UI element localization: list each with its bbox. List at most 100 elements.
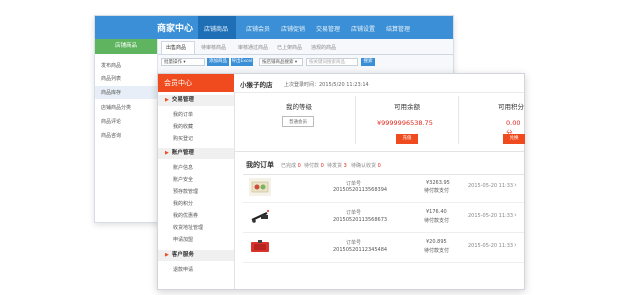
order-status-unshipped[interactable]: 待发货 3 — [327, 162, 347, 169]
nav-item-promotions[interactable]: 店铺促销 — [281, 24, 305, 33]
caret-right-icon: ▶ — [165, 252, 169, 258]
orders-divider — [243, 174, 524, 175]
order-amount: ¥20.895 — [426, 239, 447, 245]
nav-item-trades[interactable]: 交易管理 — [316, 24, 340, 33]
orders-title: 我的订单 — [246, 161, 274, 169]
sidebar-item-stock[interactable]: 商品库存 — [101, 89, 121, 96]
order-status-completed[interactable]: 已完成 0 — [281, 162, 301, 169]
order-number-label: 订单号 — [346, 181, 362, 187]
order-number[interactable]: 20150520113568394 — [333, 187, 387, 193]
search-type-select[interactable]: 按店铺商品搜索 ▾ — [259, 58, 303, 66]
row-divider — [243, 202, 524, 203]
order-number-label: 订单号 — [346, 240, 362, 246]
order-amount: ¥176.40 — [426, 209, 447, 215]
section-title: 账户管理 — [171, 150, 194, 156]
order-number[interactable]: 20150520113568673 — [333, 217, 387, 223]
nav-item-goods[interactable]: 店铺商品 — [204, 24, 228, 33]
section-title: 客户服务 — [171, 252, 194, 258]
tab-listed[interactable]: 已上架商品 — [277, 44, 302, 51]
order-status: 待付款支付 — [424, 248, 450, 254]
menu-item-my-orders[interactable]: 我的订单 — [173, 111, 193, 118]
member-level-button[interactable]: 普通会员 — [282, 116, 314, 127]
row-divider — [243, 232, 524, 233]
menu-item-join[interactable]: 申请加盟 — [173, 236, 193, 243]
status-label: 待付款 — [304, 163, 320, 169]
level-label: 我的等级 — [286, 103, 312, 111]
member-sidebar-header: 会员中心 — [158, 74, 234, 92]
section-customer-service[interactable]: ▶ 客户服务 — [158, 250, 234, 261]
nav-item-settlement[interactable]: 结算管理 — [386, 24, 410, 33]
stat-divider — [458, 96, 459, 144]
order-status: 待付款支付 — [424, 218, 450, 224]
tab-pending[interactable]: 待审核商品 — [201, 44, 226, 51]
stats-divider — [235, 151, 524, 152]
last-login-text: 上次登录时间：2015/5/20 11:23:14 — [284, 82, 369, 88]
member-center-window: 会员中心 ▶ 交易管理 我的订单 我的收藏 购买登记 ▶ 账户管理 账户信息 账户安… — [157, 73, 525, 290]
menu-item-coupons[interactable]: 我的优惠券 — [173, 212, 198, 219]
order-amount: ¥3263.95 — [426, 180, 450, 186]
sidebar-item-reviews[interactable]: 商品评论 — [101, 118, 121, 125]
order-time: 2015-05-20 11:33 — [468, 243, 514, 249]
caret-right-icon: ▶ — [165, 150, 169, 156]
status-label: 待确认收货 — [351, 163, 377, 169]
recharge-button[interactable]: 充值 — [396, 134, 418, 144]
search-input[interactable]: 按关键词搜索商品 — [306, 58, 358, 66]
menu-item-refund[interactable]: 退款申请 — [173, 266, 193, 273]
batch-select-value: 批量操作 — [164, 60, 182, 65]
menu-item-account-info[interactable]: 账户信息 — [173, 164, 193, 171]
chevron-right-icon[interactable]: › — [514, 241, 517, 249]
menu-item-address[interactable]: 收货地址管理 — [173, 224, 203, 231]
status-label: 待发货 — [327, 163, 343, 169]
section-title: 交易管理 — [171, 97, 194, 103]
status-label: 已完成 — [281, 163, 297, 169]
merchant-title: 商家中心 — [157, 24, 194, 34]
sidebar-item-list[interactable]: 商品列表 — [101, 75, 121, 82]
section-trade-management[interactable]: ▶ 交易管理 — [158, 95, 234, 106]
caret-right-icon: ▶ — [165, 97, 169, 103]
balance-label: 可用余额 — [394, 103, 420, 111]
order-number-label: 订单号 — [346, 210, 362, 216]
menu-item-points[interactable]: 我的积分 — [173, 200, 193, 207]
menu-item-purchase-register[interactable]: 购买登记 — [173, 135, 193, 142]
product-thumb-cake[interactable] — [249, 178, 271, 196]
balance-value: ¥9999996538.75 — [377, 119, 433, 127]
sidebar-item-consult[interactable]: 商品咨询 — [101, 132, 121, 139]
status-count: 3 — [343, 163, 347, 169]
search-button[interactable]: 搜索 — [361, 58, 375, 66]
tab-violations[interactable]: 违规的商品 — [311, 44, 336, 51]
chevron-right-icon[interactable]: › — [514, 211, 517, 219]
chevron-right-icon[interactable]: › — [514, 181, 517, 189]
points-label: 可用积分 — [498, 103, 524, 111]
order-time: 2015-05-20 11:33 — [468, 213, 514, 219]
product-thumb-fitness[interactable] — [249, 207, 271, 225]
batch-select[interactable]: 批量操作 ▾ — [161, 58, 205, 66]
order-status-unpaid[interactable]: 待付款 0 — [304, 162, 324, 169]
search-type-value: 按店铺商品搜索 — [262, 60, 294, 65]
order-number[interactable]: 20150520112345484 — [333, 247, 387, 253]
nav-item-settings[interactable]: 店铺设置 — [351, 24, 375, 33]
stat-divider — [355, 96, 356, 144]
status-count: 0 — [320, 163, 324, 169]
export-excel-button[interactable]: 导出Excel — [231, 58, 253, 66]
status-count: 0 — [297, 163, 301, 169]
order-time: 2015-05-20 11:33 — [468, 183, 514, 189]
merchant-sidebar-header: 店铺商品 — [95, 39, 157, 54]
menu-item-deposit[interactable]: 预存款管理 — [173, 188, 198, 195]
redeem-button[interactable]: 兑换 — [503, 134, 525, 144]
member-header — [235, 74, 524, 93]
order-status: 待付款支付 — [424, 188, 450, 194]
nav-item-members[interactable]: 店铺会员 — [246, 24, 270, 33]
row-divider — [243, 262, 524, 263]
sidebar-item-publish[interactable]: 发布商品 — [101, 62, 121, 69]
tab-on-sale[interactable]: 出售商品 — [166, 44, 186, 51]
sidebar-item-category[interactable]: 店铺商品分类 — [101, 104, 131, 111]
status-count: 0 — [377, 163, 381, 169]
section-account-management[interactable]: ▶ 账户管理 — [158, 148, 234, 159]
tab-approved[interactable]: 审核通过商品 — [238, 44, 268, 51]
product-thumb-case[interactable] — [249, 237, 271, 255]
add-goods-button[interactable]: 添加商品 — [207, 58, 229, 66]
menu-item-account-security[interactable]: 账户安全 — [173, 176, 193, 183]
order-status-unconfirmed[interactable]: 待确认收货 0 — [351, 162, 381, 169]
menu-item-favorites[interactable]: 我的收藏 — [173, 123, 193, 130]
greeting-text: 小猴子的店 — [240, 81, 273, 89]
